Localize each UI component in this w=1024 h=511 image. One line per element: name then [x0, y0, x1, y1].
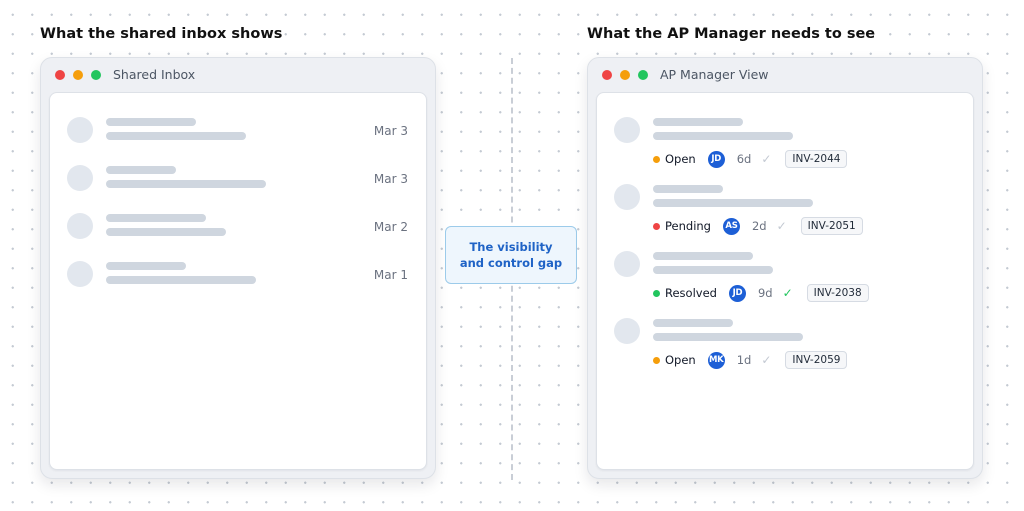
- sender-line-placeholder: [653, 252, 753, 260]
- assignee-avatar[interactable]: AS: [722, 217, 740, 235]
- minimize-window-button[interactable]: [620, 70, 630, 80]
- ap-manager-title: AP Manager View: [660, 67, 769, 82]
- sender-line-placeholder: [653, 185, 723, 193]
- sender-line-placeholder: [106, 262, 186, 270]
- status-label: Pending: [665, 219, 711, 233]
- ap-item-row[interactable]: Pending AS 2d ✓ INV-2051: [597, 183, 973, 237]
- status-dot: [653, 222, 660, 230]
- ap-item-meta: Open JD 6d ✓ INV-2044: [653, 149, 848, 169]
- subject-line-placeholder: [653, 132, 793, 140]
- status-dot: [653, 356, 660, 364]
- status-label: Open: [665, 353, 696, 367]
- inbox-email-row[interactable]: Mar 3: [50, 116, 426, 146]
- ap-manager-list: Open JD 6d ✓ INV-2044 Pending AS 2d ✓ IN…: [596, 92, 974, 470]
- ap-manager-window: AP Manager View Open JD 6d ✓ INV-2044 Pe…: [587, 57, 983, 479]
- subject-line-placeholder: [106, 132, 246, 140]
- item-age: 9d: [757, 286, 773, 300]
- ap-item-meta: Open MK 1d ✓ INV-2059: [653, 350, 848, 370]
- subject-line-placeholder: [653, 266, 773, 274]
- shared-inbox-titlebar: Shared Inbox: [41, 58, 435, 92]
- shared-inbox-title: Shared Inbox: [113, 67, 196, 82]
- check-icon: ✓: [761, 353, 772, 367]
- status-dot: [653, 155, 660, 163]
- ap-manager-titlebar: AP Manager View: [588, 58, 982, 92]
- item-age: 2d: [751, 219, 767, 233]
- minimize-window-button[interactable]: [73, 70, 83, 80]
- maximize-window-button[interactable]: [638, 70, 648, 80]
- check-icon: ✓: [776, 219, 787, 233]
- avatar-placeholder: [67, 117, 93, 143]
- invoice-tag[interactable]: INV-2059: [785, 351, 848, 369]
- maximize-window-button[interactable]: [91, 70, 101, 80]
- status-label: Open: [665, 152, 696, 166]
- status-label: Resolved: [665, 286, 717, 300]
- avatar-placeholder: [614, 251, 640, 277]
- ap-item-row[interactable]: Open MK 1d ✓ INV-2059: [597, 317, 973, 371]
- invoice-tag[interactable]: INV-2044: [785, 150, 848, 168]
- avatar-placeholder: [614, 318, 640, 344]
- close-window-button[interactable]: [55, 70, 65, 80]
- sender-line-placeholder: [106, 166, 176, 174]
- avatar-placeholder: [67, 165, 93, 191]
- email-date: Mar 3: [373, 124, 408, 138]
- assignee-avatar[interactable]: JD: [707, 150, 725, 168]
- avatar-placeholder: [67, 213, 93, 239]
- inbox-email-row[interactable]: Mar 2: [50, 212, 426, 242]
- check-icon: ✓: [782, 286, 793, 300]
- email-date: Mar 1: [373, 268, 408, 282]
- ap-item-meta: Resolved JD 9d ✓ INV-2038: [653, 283, 869, 303]
- invoice-tag[interactable]: INV-2051: [800, 217, 863, 235]
- status-dot: [653, 289, 660, 297]
- subject-line-placeholder: [106, 228, 226, 236]
- sender-line-placeholder: [106, 214, 206, 222]
- sender-line-placeholder: [653, 118, 743, 126]
- close-window-button[interactable]: [602, 70, 612, 80]
- shared-inbox-list: Mar 3 Mar 3 Mar 2 Mar 1: [49, 92, 427, 470]
- item-age: 1d: [736, 353, 752, 367]
- subject-line-placeholder: [106, 276, 256, 284]
- callout-text: The visibility and control gap: [459, 240, 563, 270]
- invoice-tag[interactable]: INV-2038: [806, 284, 869, 302]
- ap-item-row[interactable]: Resolved JD 9d ✓ INV-2038: [597, 250, 973, 304]
- inbox-email-row[interactable]: Mar 1: [50, 260, 426, 290]
- email-date: Mar 2: [373, 220, 408, 234]
- assignee-avatar[interactable]: JD: [728, 284, 746, 302]
- sender-line-placeholder: [106, 118, 196, 126]
- visibility-gap-callout: The visibility and control gap: [445, 226, 577, 284]
- avatar-placeholder: [614, 117, 640, 143]
- shared-inbox-window: Shared Inbox Mar 3 Mar 3 Mar 2 Mar 1: [40, 57, 436, 479]
- subject-line-placeholder: [106, 180, 266, 188]
- assignee-avatar[interactable]: MK: [707, 351, 725, 369]
- ap-manager-heading: What the AP Manager needs to see: [585, 26, 878, 42]
- email-date: Mar 3: [373, 172, 408, 186]
- check-icon: ✓: [761, 152, 772, 166]
- sender-line-placeholder: [653, 319, 733, 327]
- subject-line-placeholder: [653, 199, 813, 207]
- shared-inbox-heading: What the shared inbox shows: [38, 26, 285, 42]
- inbox-email-row[interactable]: Mar 3: [50, 164, 426, 194]
- ap-item-meta: Pending AS 2d ✓ INV-2051: [653, 216, 863, 236]
- avatar-placeholder: [67, 261, 93, 287]
- subject-line-placeholder: [653, 333, 803, 341]
- ap-item-row[interactable]: Open JD 6d ✓ INV-2044: [597, 116, 973, 170]
- avatar-placeholder: [614, 184, 640, 210]
- item-age: 6d: [736, 152, 752, 166]
